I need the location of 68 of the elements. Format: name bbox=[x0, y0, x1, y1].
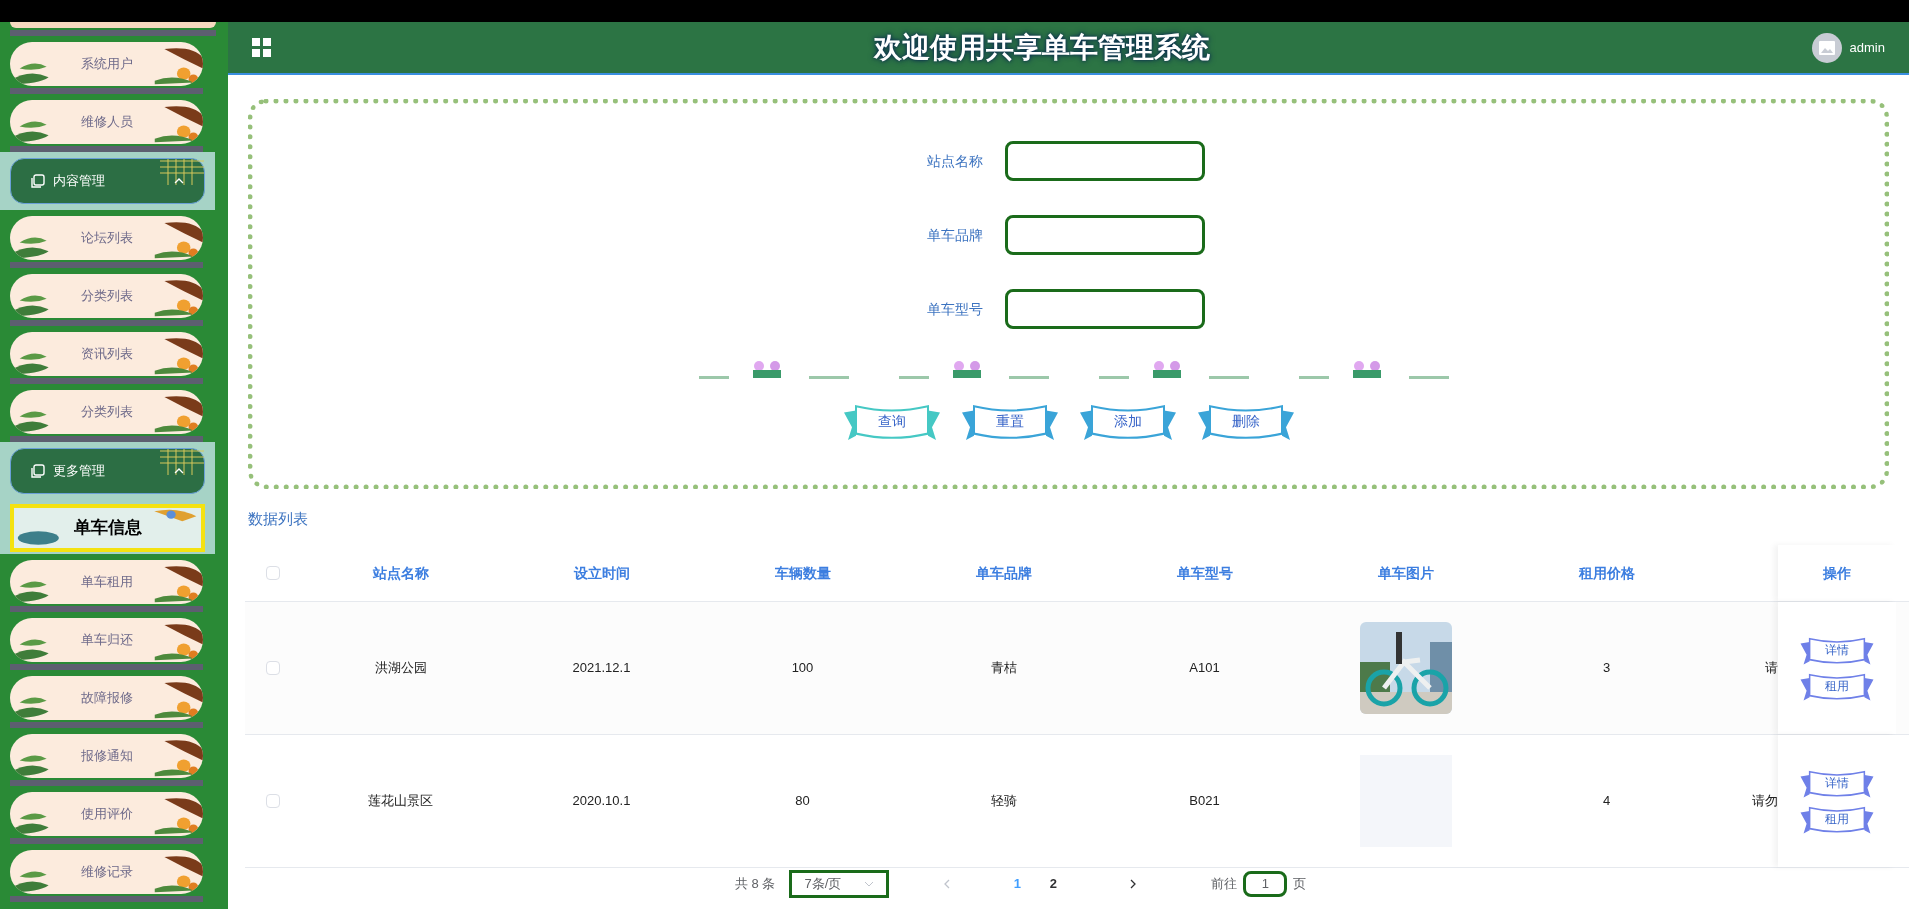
checkbox[interactable] bbox=[265, 661, 280, 675]
checkbox[interactable] bbox=[265, 566, 280, 580]
menu-group-header[interactable]: 更多管理 bbox=[10, 448, 205, 494]
field-label: 站点名称 bbox=[925, 151, 983, 171]
table-cell-text: 100 bbox=[791, 659, 814, 678]
section-title: 数据列表 bbox=[248, 510, 308, 527]
field-label: 单车品牌 bbox=[925, 225, 983, 245]
column-header: 单车品牌 bbox=[975, 563, 1032, 583]
image-icon bbox=[1818, 40, 1835, 55]
menu-group-header[interactable]: 内容管理 bbox=[10, 158, 205, 204]
table-cell-text: 洪湖公园 bbox=[374, 659, 427, 678]
checkbox[interactable] bbox=[265, 794, 280, 808]
table-cell-text: 2021.12.1 bbox=[572, 659, 631, 678]
sidebar-item[interactable]: 单车租用 bbox=[10, 560, 203, 604]
caret-icon bbox=[864, 880, 875, 887]
goto-label: 前往 bbox=[1211, 874, 1238, 893]
chevron-icon bbox=[174, 466, 184, 476]
sidebar-item[interactable]: 维修人员 bbox=[10, 100, 203, 144]
grid-menu-icon[interactable] bbox=[252, 37, 272, 58]
table-cell-text: B021 bbox=[1189, 792, 1220, 811]
column-header: 租用价格 bbox=[1578, 563, 1635, 583]
page-title: 欢迎使用共享单车管理系统 bbox=[873, 30, 1210, 65]
table-cell-text: 4 bbox=[1602, 792, 1611, 811]
menu-group-label: 内容管理 bbox=[53, 172, 105, 191]
total-count: 共 8 条 bbox=[735, 874, 776, 893]
table-cell-text: 请勿 bbox=[1752, 792, 1778, 811]
table-cell-text: 80 bbox=[795, 792, 810, 811]
column-header: 车辆数量 bbox=[774, 563, 831, 583]
table-cell-text: A101 bbox=[1189, 659, 1220, 678]
table-cell-text: 3 bbox=[1602, 659, 1611, 678]
column-header: 站点名称 bbox=[372, 563, 429, 583]
group-icon bbox=[31, 174, 45, 188]
table-cell-text: 2020.10.1 bbox=[572, 792, 631, 811]
username: admin bbox=[1849, 38, 1885, 57]
sidebar-item[interactable]: 单车归还 bbox=[10, 618, 203, 662]
page-number[interactable]: 2 bbox=[1041, 873, 1066, 894]
sidebar-item[interactable]: 单车信息 bbox=[10, 504, 205, 552]
column-header: 单车图片 bbox=[1377, 563, 1434, 583]
table-cell-text: 青桔 bbox=[990, 659, 1017, 678]
column-header: 操作 bbox=[1823, 563, 1851, 583]
sidebar-item[interactable]: 系统用户 bbox=[10, 42, 203, 86]
avatar[interactable] bbox=[1811, 32, 1842, 63]
column-header: 设立时间 bbox=[573, 563, 630, 583]
input-field[interactable] bbox=[1004, 289, 1205, 329]
sidebar-item[interactable]: 论坛列表 bbox=[10, 216, 203, 260]
input-field[interactable] bbox=[1004, 141, 1205, 181]
group-icon bbox=[31, 464, 45, 478]
table-cell-text: 请 bbox=[1765, 659, 1778, 678]
sidebar-item[interactable]: 故障报修 bbox=[10, 676, 203, 720]
sidebar-item[interactable]: 资讯列表 bbox=[10, 332, 203, 376]
goto-page-field[interactable]: 1 bbox=[1243, 870, 1288, 897]
table-cell-text: 莲花山景区 bbox=[368, 792, 433, 811]
menu-group-label: 更多管理 bbox=[53, 462, 105, 481]
sidebar-item[interactable]: 分类列表 bbox=[10, 274, 203, 318]
goto-suffix: 页 bbox=[1293, 874, 1307, 893]
table-cell-text: 轻骑 bbox=[990, 792, 1017, 811]
next-page-icon[interactable] bbox=[1129, 878, 1138, 889]
lattice-drawing bbox=[160, 449, 204, 475]
chevron-icon bbox=[174, 176, 184, 186]
field-label: 单车型号 bbox=[925, 299, 983, 319]
sidebar-item[interactable]: 分类列表 bbox=[10, 390, 203, 434]
page-size-select[interactable]: 7条/页 bbox=[789, 869, 890, 898]
lattice-drawing bbox=[160, 159, 204, 185]
sidebar-item[interactable]: 维修记录 bbox=[10, 850, 203, 894]
input-field[interactable] bbox=[1004, 215, 1205, 255]
column-header: 单车型号 bbox=[1176, 563, 1233, 583]
sidebar-item[interactable]: 使用评价 bbox=[10, 792, 203, 836]
sidebar-item[interactable]: 报修通知 bbox=[10, 734, 203, 778]
